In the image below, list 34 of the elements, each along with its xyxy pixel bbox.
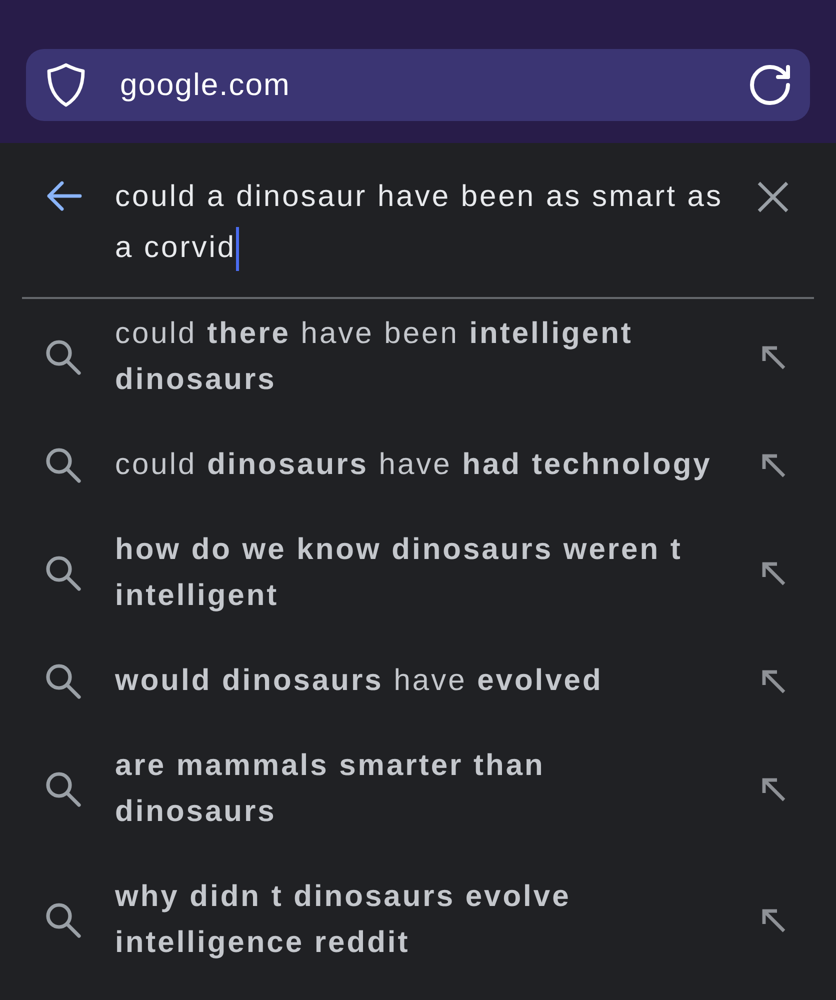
arrow-up-left-icon xyxy=(760,907,786,933)
fill-query-button[interactable] xyxy=(760,776,786,802)
suggestion-text[interactable]: are mammals smarter than dinosaurs xyxy=(115,743,715,835)
search-field[interactable]: could a dinosaur have been as smart as a corvid xyxy=(115,171,735,273)
clear-button[interactable] xyxy=(757,181,789,213)
reload-icon xyxy=(750,65,790,105)
search-icon xyxy=(45,446,82,484)
back-arrow-icon xyxy=(46,181,82,211)
reload-button[interactable] xyxy=(750,65,790,105)
search-icon xyxy=(45,554,82,592)
arrow-up-left-icon xyxy=(760,344,786,370)
fill-query-button[interactable] xyxy=(760,560,786,586)
search-icon xyxy=(45,770,82,808)
close-icon xyxy=(757,181,789,213)
suggestion-text[interactable]: why didn t dinosaurs evolve intelligence reddit xyxy=(115,874,715,966)
shield-icon xyxy=(46,63,86,107)
url-text: google.com xyxy=(120,66,290,104)
arrow-up-left-icon xyxy=(760,560,786,586)
address-bar[interactable]: google.com xyxy=(26,49,810,121)
search-icon xyxy=(45,662,82,700)
fill-query-button[interactable] xyxy=(760,907,786,933)
fill-query-button[interactable] xyxy=(760,452,786,478)
arrow-up-left-icon xyxy=(760,452,786,478)
arrow-up-left-icon xyxy=(760,776,786,802)
arrow-up-left-icon xyxy=(760,668,786,694)
suggestion-text[interactable]: would dinosaurs have evolved xyxy=(115,658,715,704)
suggestion-text[interactable]: could dinosaurs have had technology xyxy=(115,442,715,488)
search-icon xyxy=(45,338,82,376)
suggestion-text[interactable]: could there have been intelligent dinosaurs xyxy=(115,311,715,403)
back-button[interactable] xyxy=(46,181,82,211)
suggestion-text[interactable]: how do we know dinosaurs weren t intelligent xyxy=(115,527,715,619)
search-icon xyxy=(45,902,82,938)
fill-query-button[interactable] xyxy=(760,668,786,694)
fill-query-button[interactable] xyxy=(760,344,786,370)
